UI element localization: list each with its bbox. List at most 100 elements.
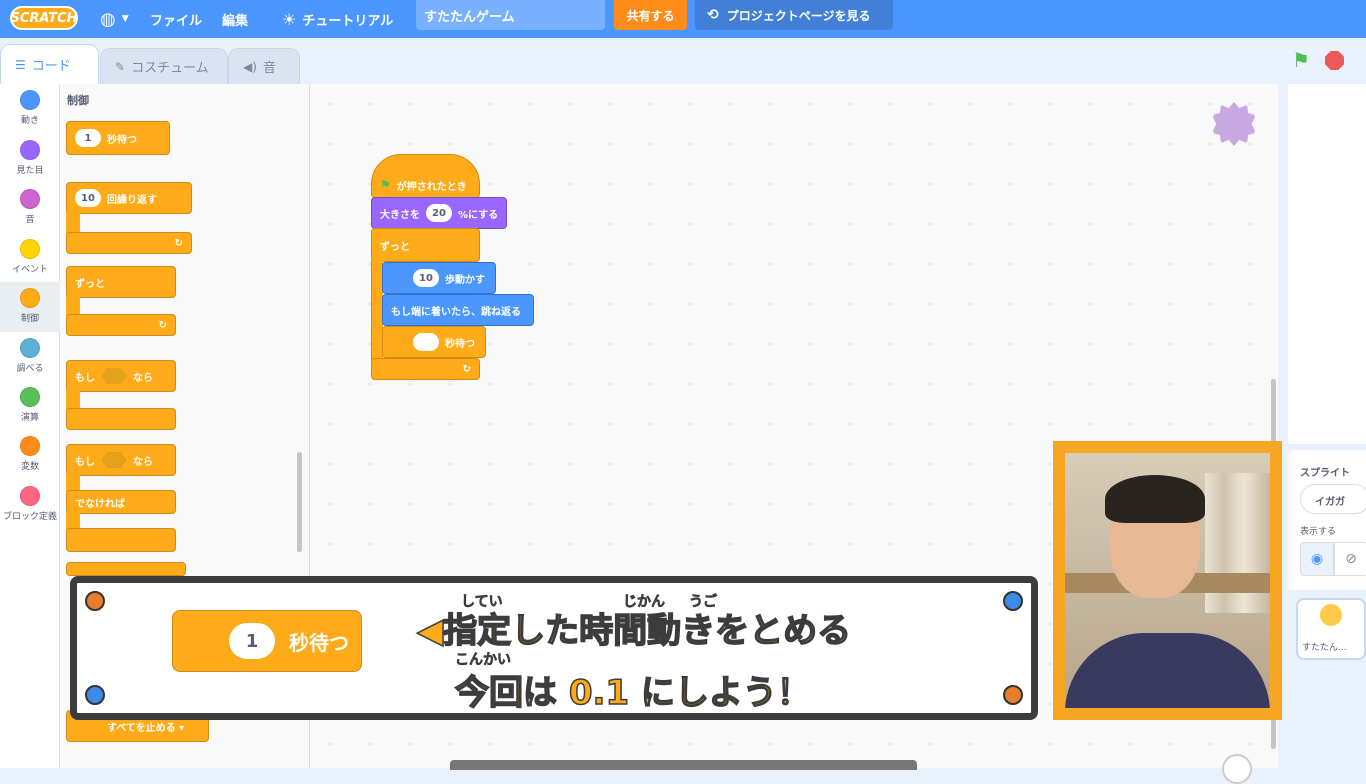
category-label: 動き — [20, 116, 39, 126]
set-size-block[interactable]: 大きさを 20 %にする — [371, 197, 507, 229]
repeat-block[interactable]: 10 回繰り返す — [66, 182, 192, 214]
set-size-pre: 大きさを — [380, 209, 420, 221]
code-icon: ☰ — [15, 57, 26, 72]
tab-code-label: コード — [31, 59, 71, 74]
when-flag-clicked-block[interactable]: ⚑ が押されたとき — [371, 154, 480, 198]
presenter-hair — [1105, 475, 1205, 523]
move-value[interactable]: 10 — [413, 269, 439, 287]
repeat-block-foot: ↻ — [66, 232, 192, 254]
sprite-name-field[interactable]: イガガ — [1300, 484, 1366, 514]
when-flag-label: が押されたとき — [396, 181, 467, 193]
if-label: もし — [75, 372, 95, 384]
forever-block[interactable]: ずっと — [66, 266, 176, 298]
then-label: なら — [133, 372, 153, 384]
tutorials-menu[interactable]: ☀ チュートリアル — [282, 0, 393, 38]
if-block-arm — [66, 390, 80, 410]
stop-label: すべてを止める ▾ — [107, 722, 185, 734]
eye-slash-icon: ⊘ — [1345, 551, 1357, 567]
category-sound[interactable]: 音 — [0, 189, 60, 225]
category-label: 調べる — [16, 364, 44, 374]
edit-menu[interactable]: 編集 — [222, 0, 248, 38]
forever-block-arm — [66, 296, 80, 316]
sprite-thumbnail[interactable]: すたたん... — [1296, 598, 1366, 660]
if-block[interactable]: もし なら — [66, 360, 176, 392]
category-menu: 動き 見た目 音 イベント 制御 調べる 演算 変数 ブロック定義 — [0, 84, 60, 768]
category-events[interactable]: イベント — [0, 239, 60, 275]
screw-icon — [85, 685, 105, 705]
show-sprite-button[interactable]: ◉ — [1300, 542, 1334, 576]
horizontal-scrollbar[interactable] — [450, 760, 917, 770]
wait-until-block[interactable] — [66, 562, 186, 576]
tab-code[interactable]: ☰ コード — [0, 44, 99, 84]
see-project-page-button[interactable]: ⟲ プロジェクトページを見る — [695, 0, 893, 30]
condition-slot[interactable] — [101, 452, 127, 468]
loop-arrow-icon: ↻ — [158, 319, 167, 331]
repeat-value[interactable]: 10 — [75, 189, 101, 207]
if-else-block-foot — [66, 528, 176, 552]
category-label: 音 — [25, 215, 35, 225]
palette-heading: 制御 — [67, 94, 89, 107]
language-menu[interactable]: ◍ ▼ — [100, 0, 129, 38]
wait-value[interactable]: 1 — [75, 129, 101, 147]
forever-block-foot: ↻ — [66, 314, 176, 336]
eye-icon: ◉ — [1310, 551, 1324, 567]
category-dot — [20, 189, 40, 209]
chevron-down-icon: ▼ — [121, 14, 129, 24]
stage[interactable] — [1288, 84, 1366, 444]
green-flag-button[interactable]: ⚑ — [1292, 50, 1312, 70]
lightbulb-icon: ☀ — [282, 9, 297, 29]
category-looks[interactable]: 見た目 — [0, 140, 60, 176]
wait-block[interactable]: 秒待つ — [382, 326, 486, 358]
project-title-input[interactable]: すたたんゲーム — [416, 0, 605, 30]
hide-sprite-button[interactable]: ⊘ — [1334, 542, 1366, 576]
if-else-then-label: なら — [133, 456, 153, 468]
wait-block[interactable]: 1 秒待つ — [66, 121, 170, 155]
move-steps-block[interactable]: 10 歩動かす — [382, 262, 496, 294]
wait-value-illustration: 1 — [229, 623, 275, 659]
category-variables[interactable]: 変数 — [0, 436, 60, 472]
brush-icon: ✎ — [115, 59, 126, 74]
screw-icon — [85, 591, 105, 611]
tab-sounds[interactable]: ◀) 音 — [228, 48, 300, 84]
wait-block-illustration: 1 秒待つ — [172, 610, 362, 672]
forever-block[interactable]: ずっと — [371, 228, 480, 262]
tutorials-label: チュートリアル — [302, 13, 394, 29]
category-motion[interactable]: 動き — [0, 90, 60, 126]
sprite-label: スプライト — [1300, 468, 1350, 479]
set-size-post: %にする — [458, 209, 499, 221]
wait-label: 秒待つ — [107, 134, 137, 146]
sprite-costume-icon — [1320, 604, 1342, 626]
category-my-blocks[interactable]: ブロック定義 — [0, 486, 60, 522]
else-label: でなければ — [75, 498, 125, 510]
category-dot — [20, 338, 40, 358]
category-operators[interactable]: 演算 — [0, 387, 60, 423]
category-control[interactable]: 制御 — [0, 282, 60, 332]
zoom-button[interactable] — [1222, 754, 1252, 784]
tab-costumes[interactable]: ✎ コスチューム — [100, 48, 228, 84]
show-label: 表示する — [1300, 527, 1337, 537]
scratch-logo[interactable]: SCRATCH — [10, 6, 78, 30]
repeat-label: 回繰り返す — [107, 194, 157, 206]
bounce-block[interactable]: もし端に着いたら、跳ね返る — [382, 294, 534, 326]
file-menu[interactable]: ファイル — [150, 0, 202, 38]
condition-slot[interactable] — [101, 368, 127, 384]
category-label: イベント — [11, 265, 48, 275]
if-else-block[interactable]: もし なら — [66, 444, 176, 476]
forever-label: ずっと — [380, 241, 410, 253]
category-sensing[interactable]: 調べる — [0, 338, 60, 374]
palette-scrollbar[interactable] — [297, 452, 302, 552]
else-block: でなければ — [66, 490, 176, 514]
category-label: 制御 — [20, 314, 39, 324]
size-value[interactable]: 20 — [426, 204, 452, 222]
wait-value[interactable] — [413, 333, 439, 351]
wait-label: 秒待つ — [445, 338, 475, 350]
share-button[interactable]: 共有する — [614, 0, 687, 30]
forever-label: ずっと — [75, 278, 105, 290]
refresh-icon: ⟲ — [707, 7, 719, 23]
wait-label-illustration: 秒待つ — [289, 630, 349, 655]
presenter-photo — [1065, 453, 1270, 708]
category-dot — [20, 387, 40, 407]
stop-button[interactable] — [1325, 51, 1344, 70]
category-label: 演算 — [20, 413, 39, 423]
forever-block-foot: ↻ — [371, 358, 480, 380]
